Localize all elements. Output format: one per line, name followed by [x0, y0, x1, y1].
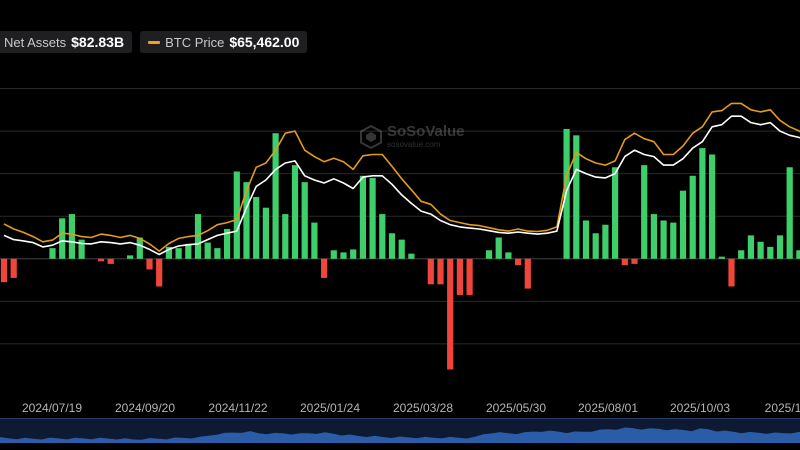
flow-bar	[612, 167, 619, 259]
flow-bar	[359, 175, 366, 259]
flow-bar	[107, 258, 114, 264]
x-tick-label: 2024/11/22	[208, 401, 267, 415]
flow-bar	[408, 253, 415, 259]
legend-item-0[interactable]: Net Assets $82.83B	[0, 31, 133, 53]
x-tick-label: 2025/1	[765, 401, 800, 415]
flow-bar	[582, 220, 590, 259]
flow-bar	[757, 241, 764, 259]
flow-bar	[738, 250, 745, 259]
flow-bar	[650, 214, 657, 259]
flow-bar	[321, 258, 328, 278]
flow-bar	[146, 258, 153, 270]
flow-bar	[175, 248, 182, 259]
flow-bar	[156, 258, 163, 287]
flow-bar	[369, 177, 376, 259]
flow-bar	[485, 250, 493, 259]
flow-bar	[214, 248, 221, 259]
flow-bar	[747, 235, 754, 259]
flow-bar	[243, 182, 250, 259]
x-tick-label: 2025/05/30	[486, 401, 546, 415]
flow-bar	[447, 258, 454, 370]
legend-label-1: BTC Price	[165, 34, 225, 50]
legend: Net Assets $82.83B BTC Price $65,462.00	[0, 31, 308, 53]
navigator-area	[0, 427, 800, 443]
flow-bar	[495, 237, 502, 259]
flow-bar	[427, 258, 434, 285]
flow-bar	[388, 233, 396, 259]
range-navigator[interactable]	[0, 418, 800, 443]
watermark-brand: SoSoValue	[387, 123, 465, 140]
flow-bar	[350, 249, 357, 259]
x-tick-label: 2025/03/28	[393, 401, 453, 415]
navigator-series	[0, 427, 800, 443]
flow-bar	[291, 165, 299, 259]
flow-bar	[204, 242, 211, 259]
legend-swatch-1	[148, 40, 161, 44]
flow-bar	[466, 258, 473, 295]
flow-bar	[660, 220, 667, 259]
flow-bar	[592, 233, 599, 259]
flow-bar	[679, 190, 687, 259]
x-tick-label: 2024/07/19	[22, 401, 82, 415]
legend-value-1: $65,462.00	[229, 34, 300, 50]
flow-bar	[699, 148, 706, 259]
flow-bar	[456, 258, 463, 295]
flow-bar	[301, 182, 308, 259]
flow-bar	[767, 246, 774, 259]
legend-value-0: $82.83B	[71, 34, 125, 50]
flow-bar	[0, 258, 8, 283]
flow-bar	[10, 258, 17, 278]
watermark: SoSoValue sosovalue.com	[360, 124, 465, 149]
flow-bar	[670, 222, 677, 259]
legend-item-1[interactable]: BTC Price $65,462.00	[140, 31, 308, 53]
flow-bar	[185, 243, 192, 259]
flow-bar	[127, 255, 134, 259]
flow-bar	[515, 258, 522, 266]
flow-bar	[641, 165, 648, 259]
flow-bar	[262, 207, 269, 259]
flow-bar	[505, 252, 512, 259]
flow-bar	[330, 250, 337, 259]
sosovalue-logo-icon	[360, 124, 382, 149]
legend-label-0: Net Assets	[4, 34, 67, 50]
x-tick-label: 2024/09/20	[115, 401, 175, 415]
x-tick-label: 2025/08/01	[578, 401, 638, 415]
flow-bar	[728, 258, 735, 287]
flow-bar	[718, 256, 725, 259]
flow-bar	[689, 175, 696, 259]
x-tick-label: 2025/10/03	[670, 401, 730, 415]
flow-bar	[796, 250, 800, 259]
flow-bar	[49, 248, 56, 259]
flow-bar	[709, 154, 716, 259]
flow-bar	[340, 252, 347, 259]
flow-bar	[311, 222, 318, 259]
flow-bar	[631, 258, 638, 264]
flow-bar	[398, 239, 405, 259]
watermark-url: sosovalue.com	[387, 140, 441, 149]
flow-bar	[379, 214, 386, 259]
flow-bar	[59, 218, 66, 259]
flow-bar	[602, 224, 609, 259]
flow-bar	[786, 167, 793, 259]
flow-bar	[253, 197, 260, 259]
flow-bar	[524, 258, 531, 289]
etf-flow-chart: 2024/07/19 2024/09/20 2024/11/22 2025/01/24…	[0, 88, 800, 415]
x-tick-label: 2025/01/24	[300, 401, 360, 415]
flow-bar	[621, 258, 628, 266]
flow-bar	[136, 237, 143, 259]
flow-bar	[282, 214, 289, 259]
flow-bar	[437, 258, 444, 285]
flow-bar	[68, 214, 75, 259]
flow-bar	[97, 258, 105, 262]
flow-bar	[776, 235, 784, 259]
